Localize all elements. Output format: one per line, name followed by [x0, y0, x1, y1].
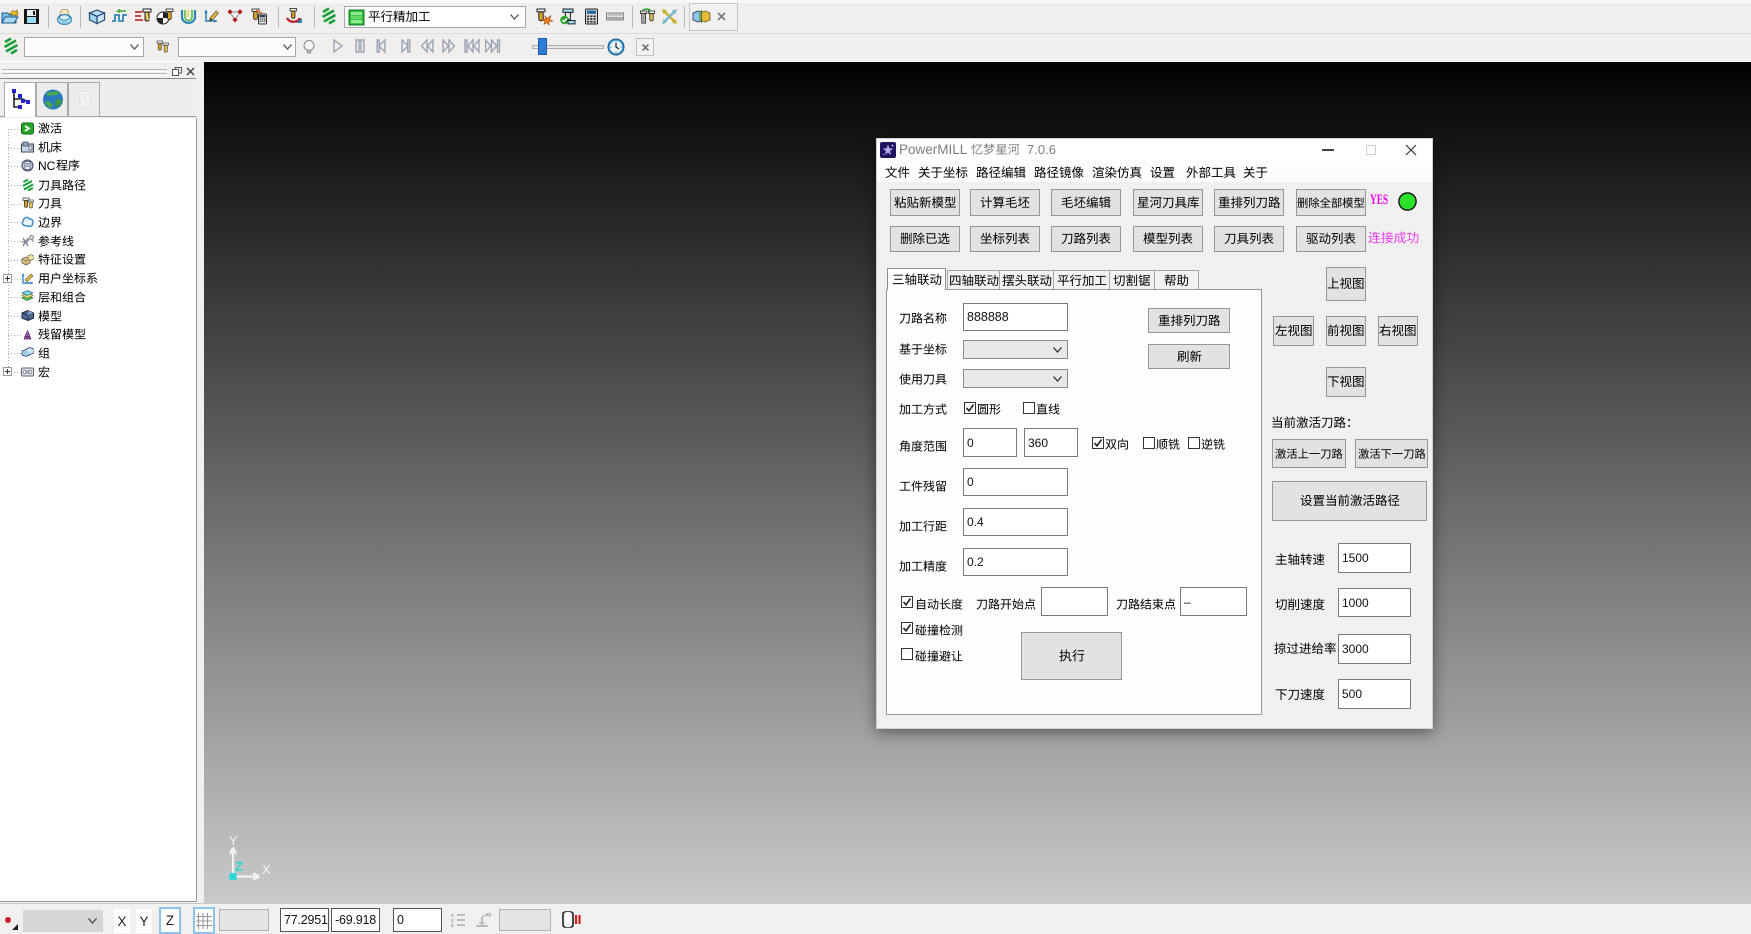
svg-text:z: z — [451, 923, 454, 928]
svg-text:Z: Z — [235, 859, 243, 874]
svg-text:X: X — [262, 862, 271, 877]
svg-text:Y: Y — [229, 833, 238, 848]
